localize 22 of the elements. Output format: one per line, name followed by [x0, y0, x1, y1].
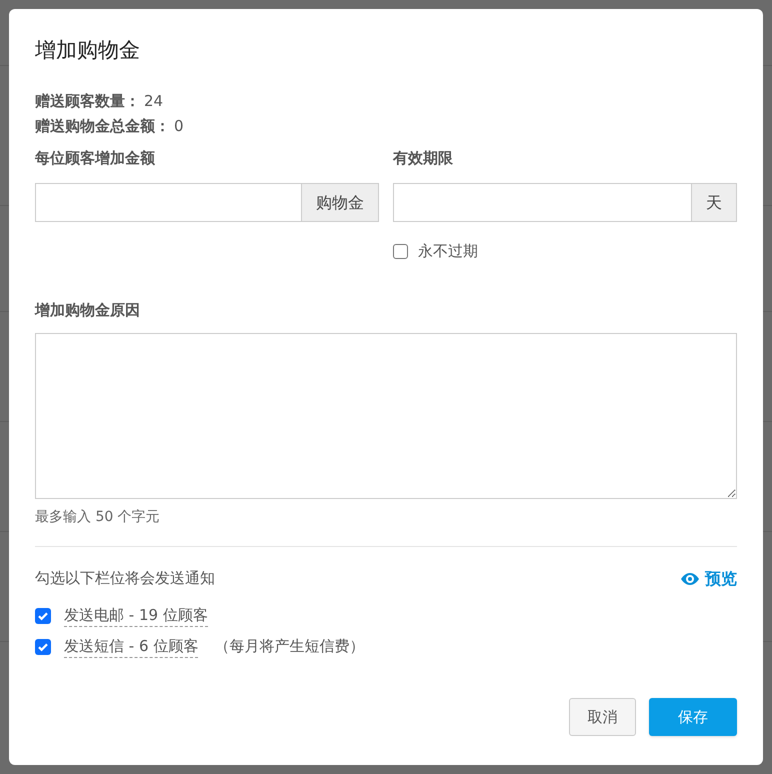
summary-value: 24 [144, 91, 164, 112]
summary-label: 赠送购物金总金额： [35, 116, 170, 138]
option-label[interactable]: 发送电邮 - 19 位顾客 [64, 604, 208, 627]
hint-text: 最多输入 50 个字元 [35, 508, 161, 526]
notify-heading: 勾选以下栏位将会发送通知 [35, 568, 215, 590]
checkbox-label: 永不过期 [418, 241, 478, 262]
field-label: 有效期限 [393, 148, 454, 169]
summary-label: 赠送顾客数量： [35, 91, 140, 112]
checkbox[interactable] [393, 244, 408, 259]
checkmark-icon [37, 640, 49, 652]
option-label[interactable]: 发送短信 - 6 位顾客 [64, 635, 198, 658]
cancel-button[interactable]: 取消 [569, 698, 636, 736]
checkmark-icon [37, 610, 49, 622]
checkbox[interactable] [35, 638, 51, 654]
summary-value: 0 [174, 116, 184, 138]
eye-icon [681, 572, 699, 584]
preview-link[interactable]: 预览 [681, 566, 737, 590]
field-label: 每位顾客增加金额 [35, 148, 156, 169]
dialog-title: 增加购物金 [35, 37, 141, 64]
field-label: 增加购物金原因 [35, 300, 141, 320]
checkbox[interactable] [35, 608, 51, 624]
option-note: （每月将产生短信费） [214, 636, 364, 658]
